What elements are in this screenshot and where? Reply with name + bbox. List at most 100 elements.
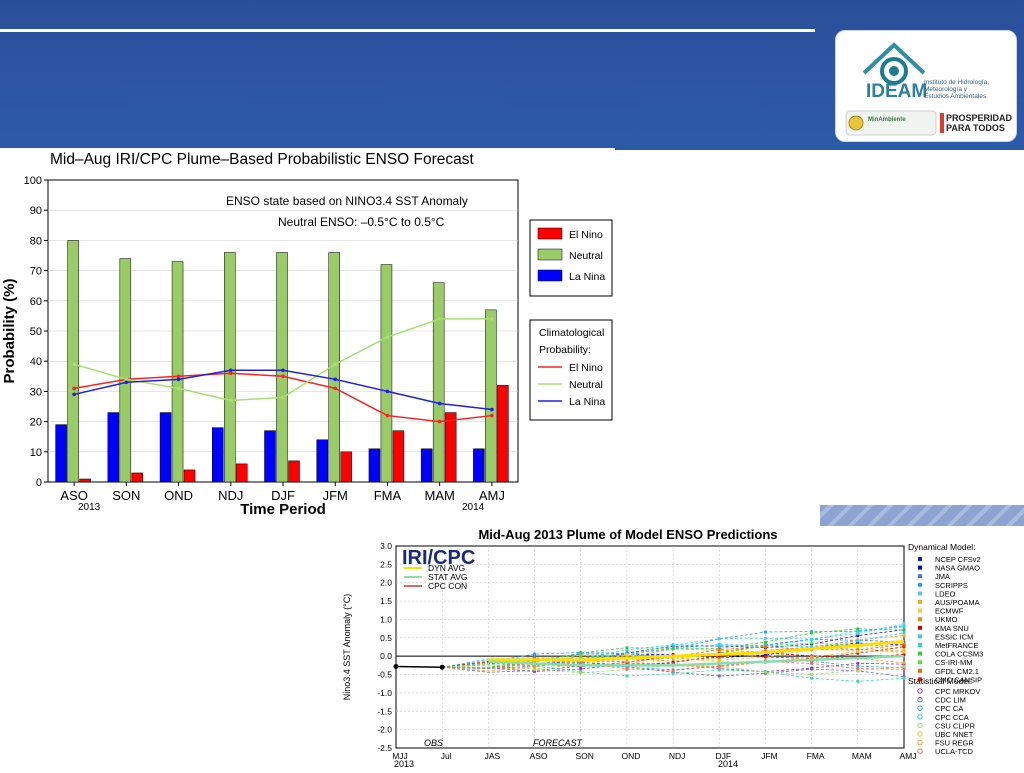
chart1-ytick-label: 100 xyxy=(24,175,42,187)
chart1-y-ticks: 0 10 20 30 40 50 60 70 80 90 100 xyxy=(24,175,48,489)
dynamical-model-marker xyxy=(918,617,922,622)
dynamical-model-marker xyxy=(918,651,922,656)
chart1-year-end: 2014 xyxy=(462,502,485,513)
model-point xyxy=(625,674,629,678)
model-point xyxy=(717,664,721,668)
chart2-ytick-label: 2.0 xyxy=(380,578,392,588)
observed-point xyxy=(393,663,399,669)
clim-point-el-nino xyxy=(437,419,442,424)
chart1-bar-la-nina xyxy=(368,448,381,483)
header-rule xyxy=(0,29,815,32)
chart1-annotation-line1: ENSO state based on NINO3.4 SST Anomaly xyxy=(226,194,468,208)
model-point xyxy=(625,667,629,671)
chart1-bar-el-nino xyxy=(79,478,91,483)
model-point xyxy=(763,630,768,634)
ideam-logo: IDEAM Instituto de Hidrología, Meteorolo… xyxy=(835,30,1017,142)
legend-label-el-nino: El Nino xyxy=(569,229,603,241)
chart1-xtick-label: FMA xyxy=(374,488,402,503)
statistical-model-marker xyxy=(917,739,923,746)
logo-org-long: Instituto de Hidrología, Meteorología y … xyxy=(924,79,989,100)
chart1-bar-el-nino xyxy=(183,469,196,483)
statistical-model-marker xyxy=(917,722,923,729)
clim-point-neutral xyxy=(490,317,494,321)
model-point xyxy=(717,637,721,641)
clim-point-el-nino xyxy=(72,386,76,391)
model-point xyxy=(810,641,814,645)
model-point xyxy=(902,667,906,671)
plume-chart-panel: Mid-Aug 2013 Plume of Model ENSO Predict… xyxy=(338,526,1024,769)
chart1-bar-el-nino xyxy=(392,430,405,483)
chart2-ytick-label: -2.0 xyxy=(377,725,392,735)
chart1-bar-el-nino xyxy=(236,463,248,483)
chart1-bar-el-nino xyxy=(131,472,144,483)
clim-legend-title-line2: Probability: xyxy=(539,344,591,356)
legend-swatch-el-nino xyxy=(537,227,563,240)
colombia-shield-icon xyxy=(848,115,864,131)
chart2-ytick-label: 1.0 xyxy=(380,614,392,624)
chart2-xtick-label: ASO xyxy=(530,751,548,761)
statistical-legend-title: Statistical Model: xyxy=(908,676,972,686)
statistical-model-marker xyxy=(917,731,923,737)
chart1-ytick-label: 80 xyxy=(30,235,42,247)
chart1-ytick-label: 60 xyxy=(30,296,42,308)
model-point xyxy=(902,645,906,649)
model-point xyxy=(856,639,860,643)
clim-point-la-nina xyxy=(124,380,129,385)
model-point xyxy=(671,646,675,650)
chart1-bar-neutral xyxy=(276,252,288,483)
statistical-model-marker xyxy=(917,714,923,720)
chart2-year-start: 2013 xyxy=(394,759,414,768)
clim-point-neutral xyxy=(333,362,338,367)
model-point xyxy=(532,652,537,656)
logo-slogan: PROSPERIDAD PARA TODOS xyxy=(946,113,1012,133)
dynamical-model-marker xyxy=(918,582,922,587)
chart2-ytick-label: -1.0 xyxy=(377,688,392,698)
dynamical-model-marker xyxy=(918,643,922,647)
model-point xyxy=(902,661,906,665)
model-point xyxy=(810,676,814,680)
clim-point-la-nina xyxy=(437,401,442,406)
chart1-bar-el-nino xyxy=(288,460,300,483)
chart1-xtick-label: JFM xyxy=(323,488,348,503)
chart1-ytick-label: 0 xyxy=(36,477,42,489)
chart1-bar-la-nina xyxy=(316,439,328,483)
statistical-model-marker xyxy=(917,688,923,694)
chart2-ytick-label: -2.5 xyxy=(377,743,392,753)
chart2-ytick-label: 3.0 xyxy=(380,541,392,551)
model-point xyxy=(856,661,860,665)
clim-point-la-nina xyxy=(333,377,338,382)
chart2-ytick-label: -0.5 xyxy=(377,670,392,680)
clim-point-la-nina xyxy=(385,389,390,394)
chart1-bar-el-nino xyxy=(444,412,457,483)
chart1-annotation-line2: Neutral ENSO: –0.5°C to 0.5°C xyxy=(278,215,445,229)
model-point xyxy=(810,638,814,642)
logo-slogan-line1: PROSPERIDAD xyxy=(946,113,1013,123)
clim-point-neutral xyxy=(281,395,285,400)
chart1-bar-neutral xyxy=(67,240,79,483)
dynamical-model-marker xyxy=(918,565,922,570)
chart1-ytick-label: 10 xyxy=(30,447,42,459)
chart1-bar-la-nina xyxy=(264,430,276,483)
avg-legend-label: CPC CON xyxy=(428,581,467,591)
chart1-bar-la-nina xyxy=(107,412,120,483)
chart2-forecast-label: FORECAST xyxy=(533,738,584,748)
dynamical-model-marker xyxy=(918,600,922,604)
clim-point-neutral xyxy=(228,398,233,403)
chart1-xtick-label: OND xyxy=(164,488,193,503)
chart2-xtick-label: SON xyxy=(576,751,594,761)
logo-ministry: MinAmbiente xyxy=(868,117,906,123)
model-point xyxy=(763,645,768,649)
chart1-bar-neutral xyxy=(485,309,497,483)
clim-legend-title-line1: Climatological xyxy=(539,327,604,339)
probability-chart: Mid–Aug IRI/CPC Plume–Based Probabilisti… xyxy=(1,151,613,518)
model-point xyxy=(763,655,768,659)
model-point xyxy=(763,636,768,641)
plume-chart: Mid-Aug 2013 Plume of Model ENSO Predict… xyxy=(342,527,983,769)
statistical-model-marker xyxy=(917,705,923,711)
chart1-xtick-label: MAM xyxy=(424,488,454,503)
statistical-model-label: UCLA-TCD xyxy=(935,747,974,756)
chart2-ylabel: Nino3.4 SST Anomaly (°C) xyxy=(342,594,352,700)
model-point xyxy=(579,653,583,657)
chart2-ytick-label: -1.5 xyxy=(377,706,392,716)
chart2-ytick-label: 2.5 xyxy=(380,559,392,569)
